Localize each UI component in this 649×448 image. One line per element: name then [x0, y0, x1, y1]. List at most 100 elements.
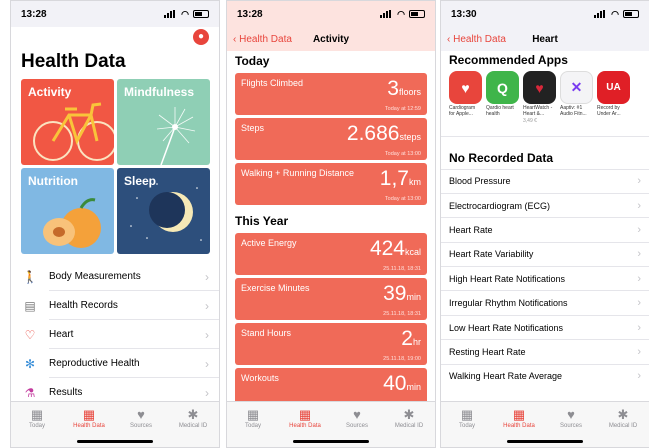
card-date: Today at 13:00 — [384, 196, 421, 202]
tile-nutrition[interactable]: Nutrition — [21, 168, 114, 254]
tile-label: Activity — [28, 85, 72, 99]
tab-medical-id[interactable]: ✱ Medical ID — [383, 402, 435, 447]
list-item-label: Health Records — [49, 300, 118, 311]
row-label: Blood Pressure — [449, 176, 511, 187]
list-item-label: Body Measurements — [49, 271, 141, 282]
app-cardiogram[interactable]: ♥ Cardiogram for Apple... — [449, 71, 482, 124]
app-name: HeartWatch - Heart &... — [523, 105, 553, 117]
battery-icon — [409, 10, 425, 18]
card-label: Stand Hours — [241, 328, 292, 338]
cardiogram-app-icon: ♥ — [449, 71, 482, 104]
card-value: 39min — [383, 282, 421, 306]
tab-medical-id[interactable]: ✱ Medical ID — [167, 402, 219, 447]
phone-activity: 13:28 ◠ ‹ Health Data Activity Today Fli… — [226, 0, 436, 448]
status-icons: ◠ — [164, 9, 209, 20]
status-icons: ◠ — [594, 9, 639, 20]
signal-icon — [164, 10, 177, 18]
row-low-heart-rate-notifications[interactable]: Low Heart Rate Notifications › — [441, 314, 649, 339]
card-value: 40min — [383, 372, 421, 396]
home-indicator[interactable] — [507, 440, 583, 443]
card-label: Exercise Minutes — [241, 283, 310, 293]
row-label: Heart Rate — [449, 224, 493, 235]
list-item-heart[interactable]: ♡ Heart › — [11, 320, 219, 349]
list-item-health-records[interactable]: ▤ Health Records › — [11, 291, 219, 320]
unit: km — [409, 177, 421, 187]
card-exercise-minutes[interactable]: Exercise Minutes 39min 25.11.18, 18:31 — [235, 278, 427, 320]
card-label: Walking + Running Distance — [241, 168, 354, 178]
battery-icon — [193, 10, 209, 18]
row-resting-heart-rate[interactable]: Resting Heart Rate › — [441, 339, 649, 363]
row-heart-rate[interactable]: Heart Rate › — [441, 217, 649, 241]
card-active-energy[interactable]: Active Energy 424kcal 25.11.18, 18:31 — [235, 233, 427, 275]
row-label: High Heart Rate Notifications — [449, 273, 566, 284]
tab-label: Health Data — [289, 423, 321, 429]
tab-label: Today — [28, 423, 45, 429]
card-date: 25.11.18, 18:31 — [383, 311, 421, 317]
app-name: Cardiogram for Apple... — [449, 105, 476, 117]
row-heart-rate-variability[interactable]: Heart Rate Variability › — [441, 241, 649, 266]
tab-today[interactable]: ▦ Today — [11, 402, 63, 447]
wifi-icon: ◠ — [397, 8, 405, 19]
unit: min — [406, 292, 421, 302]
tab-label: Health Data — [503, 423, 535, 429]
section-today: Today — [227, 51, 435, 70]
tab-today[interactable]: ▦ Today — [441, 402, 493, 447]
list-item-body-measurements[interactable]: 🚶 Body Measurements › — [11, 262, 219, 291]
row-blood-pressure[interactable]: Blood Pressure › — [441, 168, 649, 193]
status-bar: 13:30 ◠ — [441, 1, 649, 27]
chevron-right-icon: › — [637, 175, 641, 188]
section-this-year: This Year — [227, 208, 435, 230]
aaptiv-app-icon: ✕ — [560, 71, 593, 104]
row-label: Low Heart Rate Notifications — [449, 322, 564, 333]
card-walking-running-distance[interactable]: Walking + Running Distance 1,7km Today a… — [235, 163, 427, 205]
app-record-under-armour[interactable]: UA Record by Under Ar... — [597, 71, 630, 124]
tile-mindfulness[interactable]: Mindfulness — [117, 79, 210, 165]
card-date: 25.11.18, 19:00 — [383, 356, 421, 362]
phone-heart: 13:30 ◠ ‹ Health Data Heart Recommended … — [440, 0, 649, 448]
nav-bar: ‹ Health Data Heart — [441, 27, 649, 51]
heart-content: Recommended Apps ♥ Cardiogram for Apple.… — [441, 51, 649, 401]
category-list: 🚶 Body Measurements › ▤ Health Records ›… — [11, 262, 219, 407]
app-heartwatch[interactable]: ♥ HeartWatch - Heart &... 3,49 € — [523, 71, 556, 124]
card-stand-hours[interactable]: Stand Hours 2hr 25.11.18, 19:00 — [235, 323, 427, 365]
app-aaptiv[interactable]: ✕ Aaptiv: #1 Audio Fitn... — [560, 71, 593, 124]
back-button[interactable]: ‹ Health Data — [447, 34, 506, 45]
list-item-reproductive-health[interactable]: ✻ Reproductive Health › — [11, 349, 219, 378]
card-flights-climbed[interactable]: Flights Climbed 3floors Today at 12:59 — [235, 73, 427, 115]
list-item-label: Results — [49, 387, 83, 398]
heart-icon: ♡ — [24, 327, 36, 342]
chevron-right-icon: › — [637, 223, 641, 236]
heart-data-list: Blood Pressure › Electrocardiogram (ECG) ›… — [441, 168, 649, 389]
battery-icon — [623, 10, 639, 18]
card-steps[interactable]: Steps 2.686steps Today at 13:00 — [235, 118, 427, 160]
app-qardio[interactable]: Q Qardio heart health — [486, 71, 519, 124]
status-icons: ◠ — [380, 9, 425, 20]
tab-label: Medical ID — [608, 423, 638, 429]
value: 424 — [369, 237, 405, 260]
tab-medical-id[interactable]: ✱ Medical ID — [597, 402, 649, 447]
chevron-right-icon: › — [637, 321, 641, 334]
tab-label: Today — [244, 423, 261, 429]
row-walking-heart-rate-average[interactable]: Walking Heart Rate Average › — [441, 363, 649, 388]
row-high-heart-rate-notifications[interactable]: High Heart Rate Notifications › — [441, 266, 649, 290]
tile-sleep[interactable]: Sleep — [117, 168, 210, 254]
home-indicator[interactable] — [293, 440, 369, 443]
back-button[interactable]: ‹ Health Data — [233, 34, 292, 45]
row-ecg[interactable]: Electrocardiogram (ECG) › — [441, 192, 649, 217]
card-label: Steps — [241, 123, 265, 133]
home-indicator[interactable] — [77, 440, 153, 443]
back-label: Health Data — [239, 33, 292, 45]
tab-label: Sources — [345, 423, 368, 429]
unit: floors — [398, 87, 421, 97]
tab-label: Today — [458, 423, 475, 429]
card-value: 2hr — [401, 327, 421, 351]
profile-avatar-icon[interactable]: ● — [193, 29, 209, 45]
status-time: 13:28 — [21, 8, 47, 20]
unit: steps — [399, 132, 421, 142]
row-irregular-rhythm-notifications[interactable]: Irregular Rhythm Notifications › — [441, 290, 649, 314]
list-item-label: Reproductive Health — [49, 358, 140, 369]
tile-activity[interactable]: Activity — [21, 79, 114, 165]
card-value: 3floors — [387, 77, 421, 101]
chevron-right-icon: › — [637, 370, 641, 383]
tab-today[interactable]: ▦ Today — [227, 402, 279, 447]
